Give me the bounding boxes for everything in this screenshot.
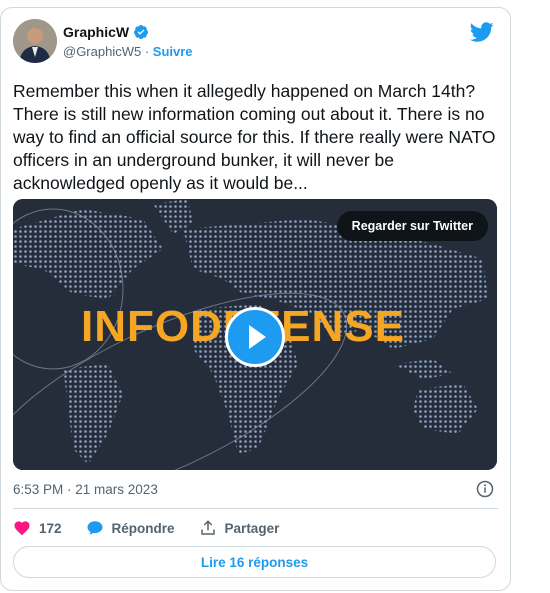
action-bar: 172 Répondre Partager <box>13 519 303 537</box>
watch-on-twitter-button[interactable]: Regarder sur Twitter <box>336 211 488 241</box>
share-label: Partager <box>224 520 280 536</box>
reply-bubble-icon <box>87 521 103 535</box>
author-name[interactable]: GraphicW <box>63 24 129 40</box>
tweet-card: GraphicW @GraphicW5 · Suivre Remember th… <box>0 7 511 591</box>
verified-badge-icon <box>134 25 149 39</box>
avatar[interactable] <box>13 19 57 63</box>
reply-action[interactable]: Répondre <box>86 519 175 537</box>
play-icon <box>249 325 266 349</box>
info-icon[interactable] <box>476 480 494 498</box>
author-handle-row: @GraphicW5 · Suivre <box>63 44 193 59</box>
reply-label: Répondre <box>111 520 175 536</box>
share-action[interactable]: Partager <box>199 519 280 537</box>
author-handle[interactable]: @GraphicW5 <box>63 44 141 59</box>
author-name-row[interactable]: GraphicW <box>63 24 149 40</box>
read-replies-button[interactable]: Lire 16 réponses <box>13 546 496 578</box>
share-icon <box>200 520 215 535</box>
play-button[interactable] <box>225 307 285 367</box>
like-action[interactable]: 172 <box>13 519 62 537</box>
like-count: 172 <box>39 520 62 536</box>
video-player[interactable]: Regarder sur Twitter INFODEFENSE <box>13 199 497 470</box>
follow-button[interactable]: Suivre <box>153 44 193 59</box>
tweet-timestamp[interactable]: 6:53 PM · 21 mars 2023 <box>13 482 158 497</box>
handle-separator: · <box>141 44 153 59</box>
tweet-text: Remember this when it allegedly happened… <box>13 81 496 193</box>
twitter-bird-icon[interactable] <box>470 20 494 44</box>
divider <box>13 508 498 509</box>
heart-icon <box>14 521 30 536</box>
